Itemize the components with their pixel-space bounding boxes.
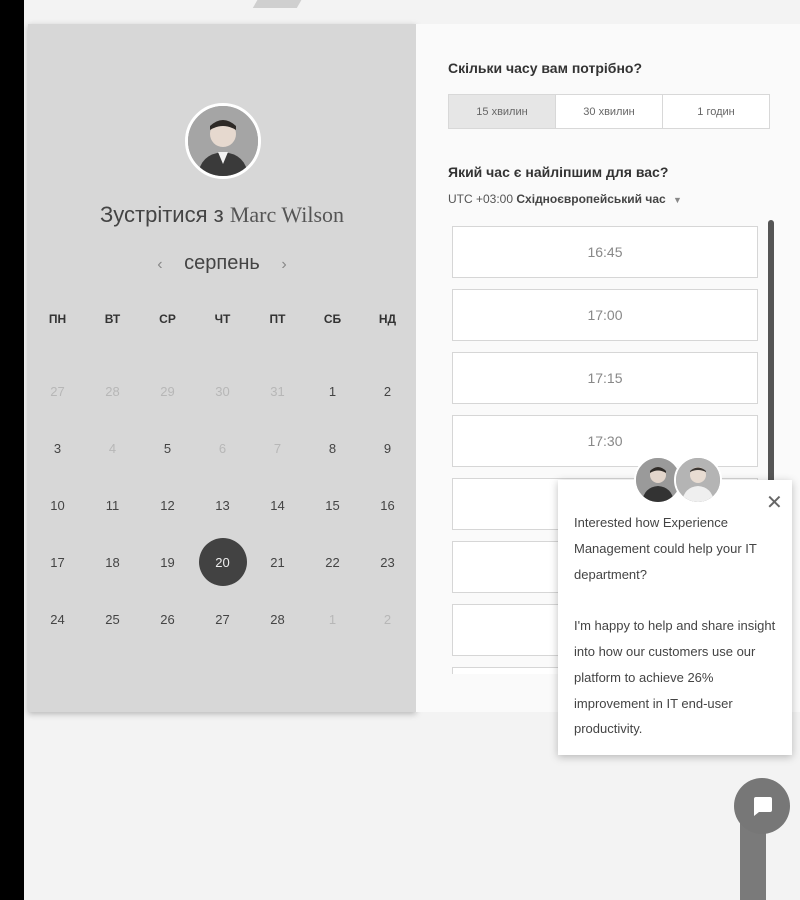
duration-option-15[interactable]: 15 хвилин [449, 95, 555, 128]
selected-day-label: 20 [198, 538, 247, 586]
calendar-day[interactable]: 26 [140, 597, 195, 641]
agent-avatar [674, 456, 722, 504]
calendar-day[interactable]: 14 [250, 483, 305, 527]
calendar-day[interactable]: 22 [305, 540, 360, 584]
calendar-day[interactable]: 16 [360, 483, 415, 527]
calendar-day: 28 [105, 383, 120, 399]
meet-prefix: Зустрітися з [99, 202, 224, 227]
calendar-day[interactable]: 3 [30, 426, 85, 470]
calendar-day[interactable]: 12 [140, 483, 195, 527]
chat-message: Interested how Experience Management cou… [574, 515, 776, 737]
time-question: Який час є найліпшим для вас? [448, 164, 669, 180]
calendar-day[interactable]: 24 [30, 597, 85, 641]
calendar-day[interactable]: 25 [85, 597, 140, 641]
calendar-day[interactable]: 9 [360, 426, 415, 470]
meet-title: Зустрітися з Marc Wilson [28, 202, 416, 228]
calendar-day[interactable]: 15 [305, 483, 360, 527]
calendar-day[interactable]: 8 [305, 426, 360, 470]
left-edge-bar [0, 0, 24, 900]
timezone-offset: UTC +03:00 [448, 192, 514, 206]
month-nav: ‹ серпень › [28, 252, 416, 275]
time-slot[interactable]: 17:15 [452, 352, 758, 404]
calendar-day: 31 [270, 383, 285, 399]
chat-agent-avatars [634, 456, 722, 504]
duration-option-60[interactable]: 1 годин [662, 95, 769, 128]
top-pointer [252, 0, 308, 8]
weekday-label: СБ [323, 312, 342, 326]
calendar-day: 27 [50, 383, 65, 399]
calendar-day: 29 [160, 383, 175, 399]
calendar-week: 24 25 26 27 28 1 2 [30, 597, 415, 654]
calendar-day[interactable]: 2 [360, 369, 415, 413]
calendar-week: 10 11 12 13 14 15 16 [30, 483, 415, 540]
weekday-label: ПН [48, 312, 67, 326]
chevron-down-icon: ▼ [673, 195, 682, 205]
prev-month-button[interactable]: ‹ [157, 256, 162, 273]
host-avatar [185, 103, 261, 179]
calendar-week: 3 4 5 6 7 8 9 [30, 426, 415, 483]
calendar-day[interactable]: 27 [195, 597, 250, 641]
calendar-day: 30 [215, 383, 230, 399]
calendar-week: 17 18 19 20 21 22 23 [30, 538, 415, 597]
calendar-day[interactable]: 17 [30, 540, 85, 584]
calendar-day[interactable]: 23 [360, 540, 415, 584]
weekday-label: ПТ [269, 312, 286, 326]
host-name: Marc Wilson [229, 202, 345, 227]
calendar-week: 27 28 29 30 31 1 2 [30, 369, 415, 426]
next-month-button[interactable]: › [281, 256, 286, 273]
duration-selector: 15 хвилин 30 хвилин 1 годин [448, 94, 770, 129]
chat-launcher-button[interactable] [734, 778, 790, 834]
chat-popup: Interested how Experience Management cou… [558, 480, 792, 755]
weekday-label: СР [159, 312, 176, 326]
calendar-panel: Зустрітися з Marc Wilson ‹ серпень › ПН … [28, 24, 416, 712]
calendar-day[interactable]: 28 [250, 597, 305, 641]
calendar-day: 6 [218, 440, 227, 456]
weekday-header: ПН ВТ СР ЧТ ПТ СБ НД [30, 312, 415, 326]
month-label: серпень [184, 252, 260, 274]
timezone-name: Східноєвропейський час [516, 192, 666, 206]
calendar-day-selected[interactable]: 20 [195, 538, 250, 586]
calendar-day: 4 [108, 440, 117, 456]
calendar-day: 2 [383, 611, 392, 627]
close-icon[interactable]: ✕ [766, 490, 783, 515]
duration-question: Скільки часу вам потрібно? [448, 60, 643, 76]
calendar-day[interactable]: 19 [140, 540, 195, 584]
calendar-day: 1 [328, 611, 337, 627]
timezone-selector[interactable]: UTC +03:00 Східноєвропейський час ▼ [448, 192, 682, 206]
time-slot[interactable]: 17:00 [452, 289, 758, 341]
weekday-label: ВТ [104, 312, 121, 326]
duration-option-30[interactable]: 30 хвилин [555, 95, 662, 128]
chat-bubble-icon [754, 797, 772, 816]
calendar-day[interactable]: 10 [30, 483, 85, 527]
calendar-day[interactable]: 1 [305, 369, 360, 413]
calendar-day[interactable]: 13 [195, 483, 250, 527]
time-slot[interactable]: 16:45 [452, 226, 758, 278]
weekday-label: НД [378, 312, 397, 326]
calendar-day[interactable]: 11 [85, 483, 140, 527]
calendar-day: 7 [273, 440, 282, 456]
weekday-label: ЧТ [214, 312, 231, 326]
calendar-day[interactable]: 18 [85, 540, 140, 584]
calendar-grid: 27 28 29 30 31 1 2 3 4 5 6 7 8 9 10 11 1… [30, 369, 415, 654]
calendar-day[interactable]: 5 [140, 426, 195, 470]
calendar-day[interactable]: 21 [250, 540, 305, 584]
